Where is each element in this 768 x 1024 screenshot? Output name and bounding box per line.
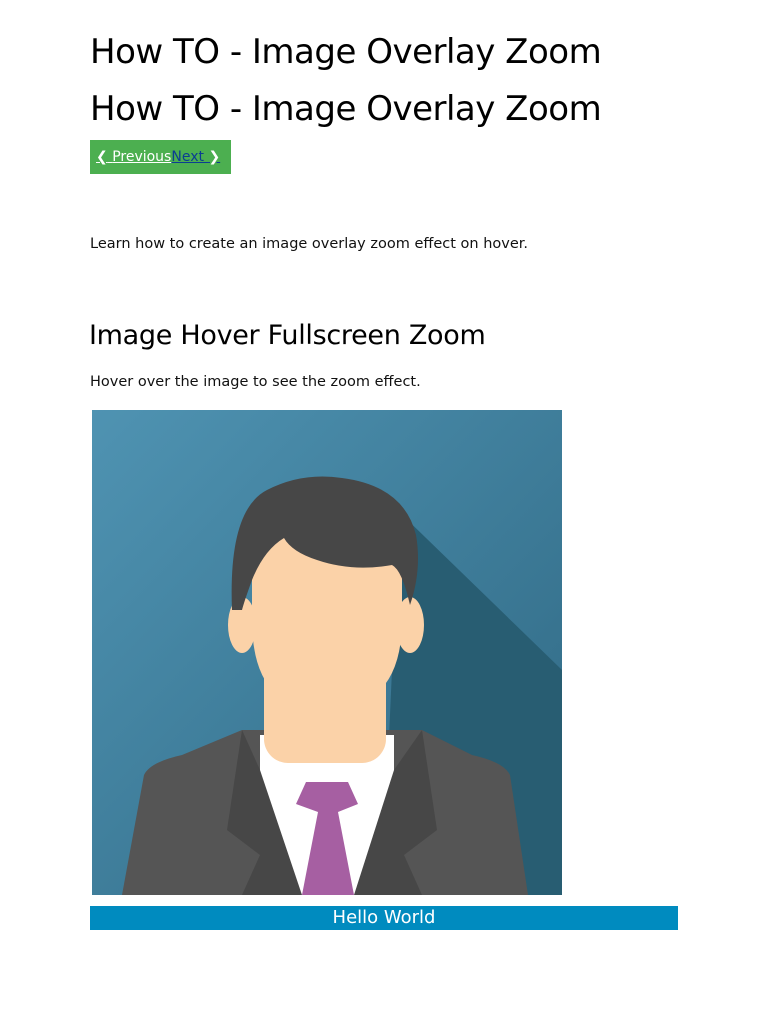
next-label: Next xyxy=(171,149,204,165)
chevron-left-icon: ❮ xyxy=(96,149,108,165)
page-title-repeat: How TO - Image Overlay Zoom xyxy=(90,89,602,129)
next-link[interactable]: Next ❯ xyxy=(171,149,220,165)
prev-next-navbar: ❮ Previous Next ❯ xyxy=(90,140,231,174)
overlay-caption: Hello World xyxy=(90,906,678,930)
avatar-image[interactable] xyxy=(92,410,562,895)
section-hint: Hover over the image to see the zoom eff… xyxy=(90,374,421,390)
previous-link[interactable]: ❮ Previous xyxy=(96,149,171,165)
section-heading: Image Hover Fullscreen Zoom xyxy=(89,320,486,351)
previous-label: Previous xyxy=(112,149,172,165)
page: How TO - Image Overlay Zoom How TO - Ima… xyxy=(0,0,768,1024)
avatar-icon xyxy=(92,410,562,895)
intro-text: Learn how to create an image overlay zoo… xyxy=(90,236,529,252)
page-title: How TO - Image Overlay Zoom xyxy=(90,32,602,72)
chevron-right-icon: ❯ xyxy=(208,149,221,165)
